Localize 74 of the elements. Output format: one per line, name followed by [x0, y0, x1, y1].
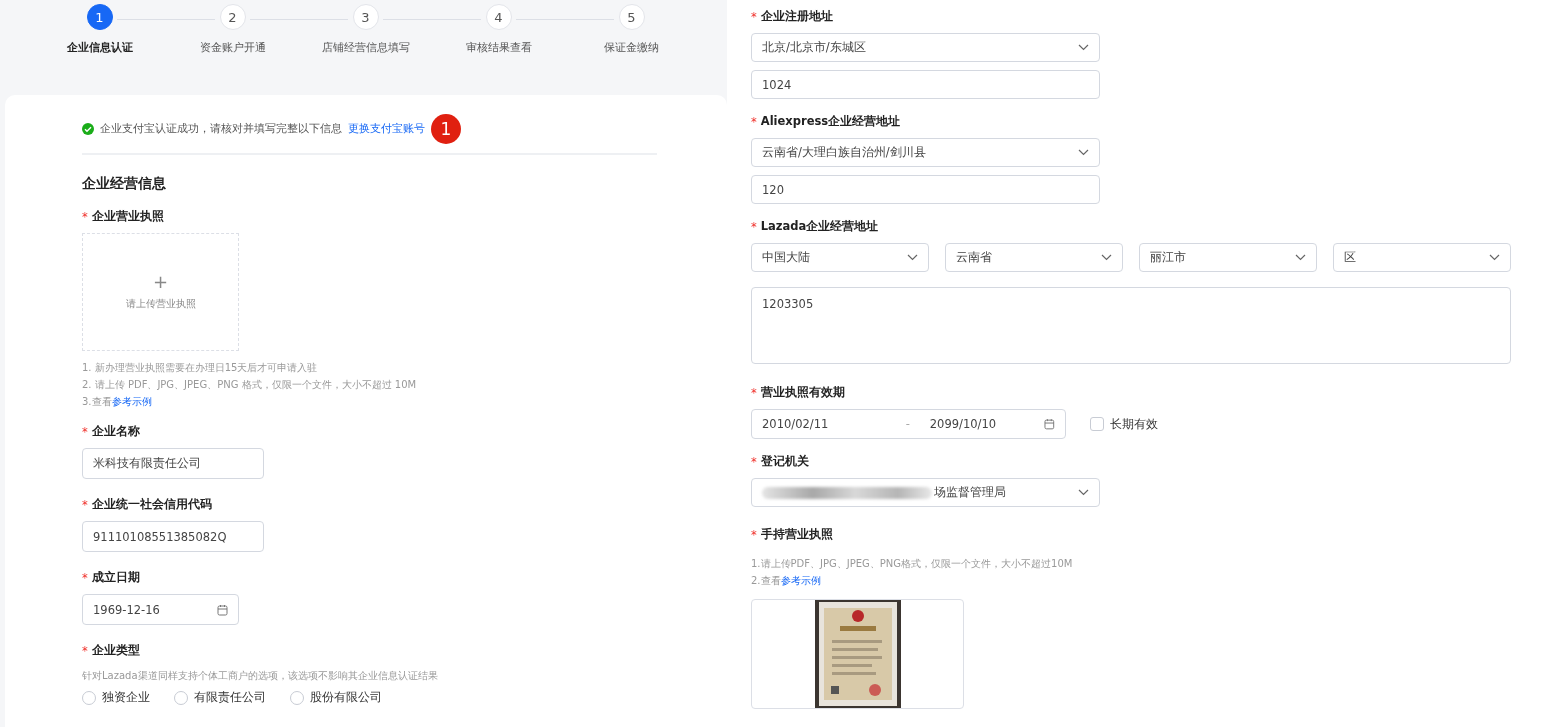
required-asterisk: * — [82, 570, 88, 585]
step-label: 审核结果查看 — [465, 40, 532, 55]
step-number[interactable]: 4 — [485, 4, 512, 30]
required-asterisk: * — [82, 209, 88, 224]
field-label: 企业注册地址 — [760, 9, 833, 24]
hint-text: 2.查看参考示例 — [751, 574, 822, 588]
step-number[interactable]: 1 — [86, 4, 113, 30]
radio-option[interactable]: 股份有限公司 — [290, 690, 382, 705]
select-field[interactable]: 场监督管理局 — [751, 478, 1100, 507]
annotation-badge: 1 — [431, 114, 461, 144]
step-label: 资金账户开通 — [199, 40, 266, 55]
chevron-down-icon — [1078, 149, 1089, 156]
plus-icon: + — [152, 273, 169, 291]
select-field[interactable]: 云南省 — [945, 243, 1123, 272]
field-label: Lazada企业经营地址 — [760, 219, 879, 234]
change-account-link[interactable]: 更换支付宝账号 — [348, 122, 425, 136]
required-asterisk: * — [751, 219, 757, 234]
field-label: Aliexpress企业经营地址 — [760, 114, 901, 129]
field-label: 营业执照有效期 — [760, 385, 845, 400]
hint-text: 3.查看参考示例 — [82, 395, 153, 409]
chevron-down-icon — [1489, 254, 1500, 261]
field-label: 企业名称 — [91, 424, 140, 439]
field-label: 企业类型 — [91, 643, 140, 658]
calendar-icon — [217, 603, 228, 616]
check-circle-icon — [82, 123, 94, 135]
select-field[interactable]: 中国大陆 — [751, 243, 929, 272]
step-number[interactable]: 3 — [352, 4, 379, 30]
field-label: 企业营业执照 — [91, 209, 164, 224]
required-asterisk: * — [82, 497, 88, 512]
upload-area[interactable]: + 请上传营业执照 — [82, 233, 239, 351]
text-area[interactable]: 1203305 — [751, 287, 1511, 364]
upload-placeholder: 请上传营业执照 — [125, 297, 196, 311]
field-label: 企业统一社会信用代码 — [91, 497, 212, 512]
select-field[interactable]: 北京/北京市/东城区 — [751, 33, 1100, 62]
step-label: 保证金缴纳 — [604, 40, 659, 55]
required-asterisk: * — [751, 114, 757, 129]
chevron-down-icon — [1078, 44, 1089, 51]
field-label: 手持营业执照 — [760, 527, 833, 542]
chevron-down-icon — [1295, 254, 1306, 261]
radio-option[interactable]: 有限责任公司 — [174, 690, 266, 705]
field-label: 成立日期 — [91, 570, 140, 585]
calendar-icon — [1044, 418, 1055, 430]
hint-text: 针对Lazada渠道同样支持个体工商户的选项，该选项不影响其企业信息认证结果 — [82, 669, 439, 683]
required-asterisk: * — [82, 643, 88, 658]
hint-text: 1. 新办理营业执照需要在办理日15天后才可申请入驻 — [82, 361, 319, 375]
text-field[interactable]: 91110108551385082Q — [82, 521, 264, 552]
select-field[interactable]: 区 — [1333, 243, 1511, 272]
chevron-down-icon — [907, 254, 918, 261]
required-asterisk: * — [751, 527, 757, 542]
radio-option[interactable]: 独资企业 — [82, 690, 150, 705]
step-label: 店铺经营信息填写 — [321, 40, 410, 55]
text-field[interactable]: 米科技有限责任公司 — [82, 448, 264, 479]
step-label: 企业信息认证 — [66, 40, 133, 55]
chevron-down-icon — [1101, 254, 1112, 261]
select-field[interactable]: 云南省/大理白族自治州/剑川县 — [751, 138, 1100, 167]
example-link[interactable]: 参考示例 — [780, 575, 821, 586]
chevron-down-icon — [1078, 489, 1089, 496]
date-range-field[interactable]: 2010/02/11 - 2099/10/10 — [751, 409, 1066, 439]
photo-frame[interactable] — [751, 599, 964, 709]
field-label: 登记机关 — [760, 454, 809, 469]
required-asterisk: * — [751, 385, 757, 400]
step-number[interactable]: 5 — [618, 4, 645, 30]
required-asterisk: * — [751, 454, 757, 469]
example-link[interactable]: 参考示例 — [111, 396, 152, 407]
checkbox-option[interactable]: 长期有效 — [1090, 416, 1158, 432]
section-title: 企业经营信息 — [82, 175, 167, 193]
select-field[interactable]: 丽江市 — [1139, 243, 1317, 272]
date-field[interactable]: 1969-12-16 — [82, 594, 239, 625]
required-asterisk: * — [751, 9, 757, 24]
text-field[interactable]: 120 — [751, 175, 1100, 204]
step-number[interactable]: 2 — [219, 4, 246, 30]
required-asterisk: * — [82, 424, 88, 439]
text-field[interactable]: 1024 — [751, 70, 1100, 99]
success-message: 企业支付宝认证成功，请核对并填写完整以下信息 — [100, 122, 342, 136]
